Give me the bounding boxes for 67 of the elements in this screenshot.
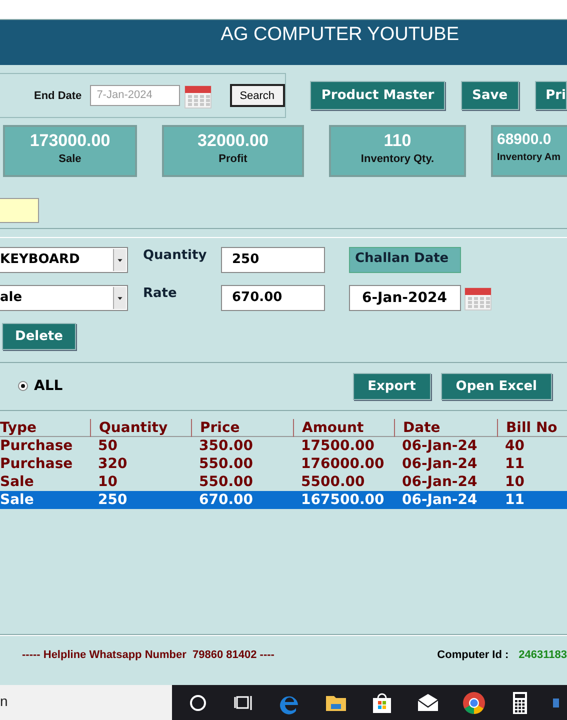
column-header[interactable]: Price [191,418,293,437]
table-cell-text: 06-Jan-24 [401,490,478,509]
rate-label: Rate [143,286,178,301]
table-cell-text: 06-Jan-24 [401,472,478,491]
calendar-icon[interactable] [464,284,492,311]
table-cell-text: 50 [97,436,118,455]
table-cell-text: 350.00 [198,436,254,455]
column-header[interactable]: Date [394,418,497,437]
calendar-icon[interactable] [184,82,212,109]
computer-id-value: 24631183 [518,648,567,661]
stat-label: Profit [218,153,248,166]
table-cell-text: 176000.00 [300,454,386,473]
quantity-label: Quantity [143,248,208,263]
table-cell-text: 06-Jan-24 [401,454,478,473]
table-cell-text: 167500.00 [300,490,386,509]
column-header[interactable]: Quantity [90,418,191,437]
stat-label: Inventory Qty. [360,153,434,166]
input-field[interactable] [0,198,39,223]
table-row[interactable]: Sale 10 550.00 5500.00 06-Jan-24 10 [0,472,567,491]
table-cell-text: 17500.00 [300,436,376,455]
stat-value: 68900.0 [497,131,552,148]
stat-value: 32000.00 [198,131,268,152]
table-cell-text: 550.00 [198,454,254,473]
radio-label: ALL [34,378,63,394]
table-cell-text: 40 [504,436,526,455]
helpline-text: ----- Helpline Whatsapp Number 79860 81402 ---- [22,648,274,661]
table-row[interactable]: Purchase 50 350.00 17500.00 06-Jan-24 40 [0,436,567,455]
rate-field[interactable]: 670.00 [221,284,325,311]
table-cell-text: 670.00 [198,490,254,509]
table-cell-text: Purchase [0,436,74,455]
toolbar-button[interactable]: Pri [534,81,567,110]
challan-date-label: Challan Date [349,246,461,273]
table-row[interactable]: Purchase 320 550.00 176000.00 06-Jan-24 11 [0,454,567,473]
stat-label: Inventory Am [497,152,561,164]
table-cell-text: 06-Jan-24 [401,436,478,455]
table-cell-text: Sale [0,472,35,491]
quantity-field[interactable]: 250 [221,246,325,273]
stat-label: Sale [58,153,82,166]
stat-value: 110 [384,131,412,152]
search-button[interactable]: Search [230,84,285,108]
table-cell-text: 10 [504,472,526,491]
end-date-label: End Date [34,90,82,102]
table-cell-text: 320 [97,454,128,473]
challan-date-field[interactable]: 6-Jan-2024 [349,284,461,311]
table-cell-text: 10 [97,472,118,491]
toolbar-button[interactable]: Save [461,81,519,110]
column-header[interactable]: Amount [293,418,394,437]
computer-id-label: Computer Id : [437,648,509,661]
table-cell-text: 5500.00 [300,472,366,491]
table-cell-text: 550.00 [198,472,254,491]
table-row[interactable]: Sale 250 670.00 167500.00 06-Jan-24 11 [0,490,567,509]
product-dropdown[interactable]: KEYBOARD [0,246,128,273]
table-cell-text: 11 [504,454,526,473]
table-cell-text: Purchase [0,454,74,473]
delete-button[interactable]: Delete [2,322,76,350]
radio-button[interactable] [18,381,28,392]
action-button[interactable]: Open Excel [440,372,552,400]
table-cell-text: 11 [504,490,526,509]
table-cell-text: Sale [0,490,35,509]
toolbar-button[interactable]: Product Master [310,81,446,110]
table-cell-text: 250 [97,490,128,509]
stat-value: 173000.00 [30,131,110,152]
action-button[interactable]: Export [352,372,431,400]
column-header[interactable]: Bill No [497,418,567,437]
app-title: AG COMPUTER YOUTUBE [220,22,459,47]
type-dropdown[interactable]: ale [0,284,128,311]
column-header[interactable]: Type [0,418,90,437]
